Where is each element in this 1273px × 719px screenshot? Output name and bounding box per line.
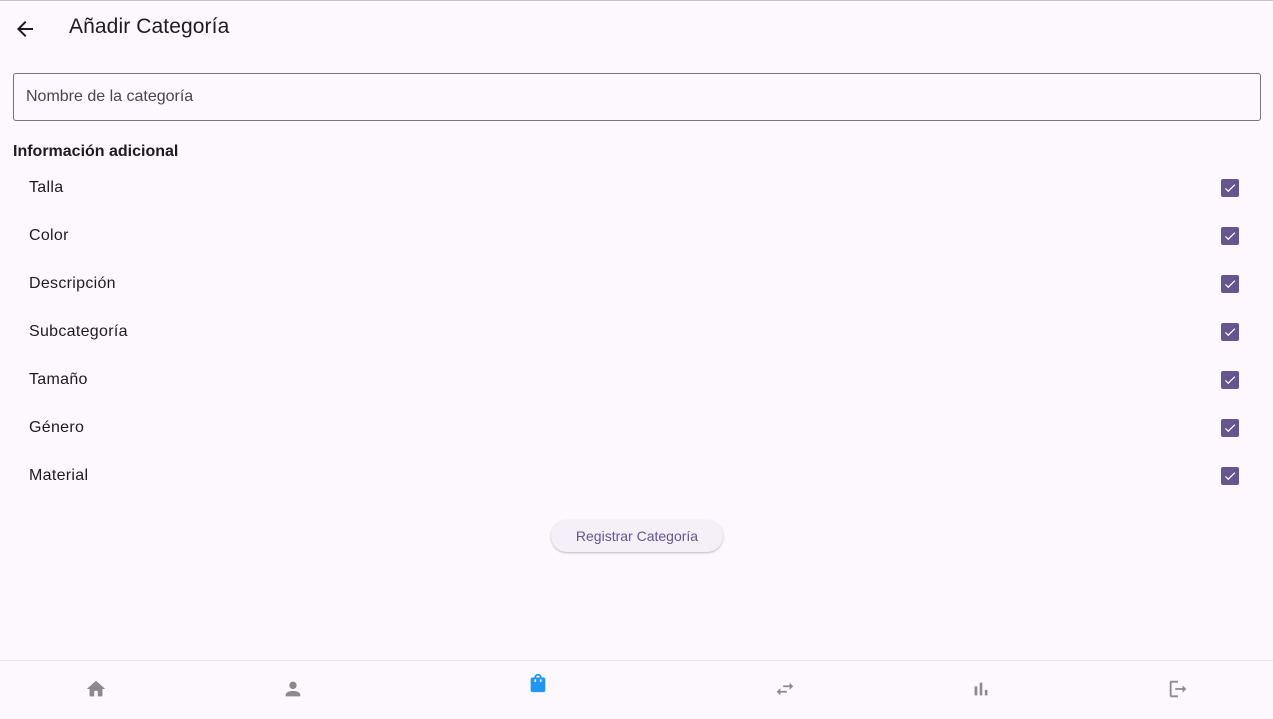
nav-home[interactable] [76,669,116,709]
option-row-material[interactable]: Material [13,452,1249,500]
tamano-checkbox[interactable] [1221,371,1239,389]
option-label: Subcategoría [29,323,128,340]
option-label: Descripción [29,275,116,292]
nav-transfers[interactable] [765,669,805,709]
shopping-bag-icon [530,673,546,693]
option-row-genero[interactable]: Género [13,404,1249,452]
category-name-input[interactable] [26,88,1260,106]
check-icon [1224,328,1236,337]
option-row-talla[interactable]: Talla [13,164,1249,212]
home-icon [86,680,106,697]
swap-horiz-icon [776,682,794,696]
nav-stats[interactable] [961,669,1001,709]
option-row-color[interactable]: Color [13,212,1249,260]
option-label: Género [29,419,85,436]
talla-checkbox[interactable] [1221,179,1239,197]
nav-products[interactable] [518,663,558,703]
option-row-descripcion[interactable]: Descripción [13,260,1249,308]
subcategoria-checkbox[interactable] [1221,323,1239,341]
check-icon [1224,472,1236,481]
back-button[interactable] [5,9,45,49]
person-icon [285,681,301,697]
nav-logout[interactable] [1158,669,1198,709]
descripcion-checkbox[interactable] [1221,275,1239,293]
option-label: Talla [29,179,64,196]
register-category-button[interactable]: Registrar Categoría [551,520,723,552]
logout-icon [1169,680,1187,698]
check-icon [1224,184,1236,193]
section-title: Información adicional [13,143,179,160]
bar-chart-icon [974,682,988,696]
option-label: Material [29,467,89,484]
page-title: Añadir Categoría [69,15,230,38]
option-label: Color [29,227,69,244]
option-row-tamano[interactable]: Tamaño [13,356,1249,404]
genero-checkbox[interactable] [1221,419,1239,437]
arrow-back-icon [17,21,33,37]
bottom-navigation [0,660,1273,719]
option-row-subcategoria[interactable]: Subcategoría [13,308,1249,356]
option-label: Tamaño [29,371,88,388]
material-checkbox[interactable] [1221,467,1239,485]
category-name-field[interactable] [13,73,1261,121]
check-icon [1224,424,1236,433]
check-icon [1224,280,1236,289]
app-bar: Añadir Categoría [0,1,1273,57]
nav-profile[interactable] [273,669,313,709]
check-icon [1224,232,1236,241]
check-icon [1224,376,1236,385]
color-checkbox[interactable] [1221,227,1239,245]
